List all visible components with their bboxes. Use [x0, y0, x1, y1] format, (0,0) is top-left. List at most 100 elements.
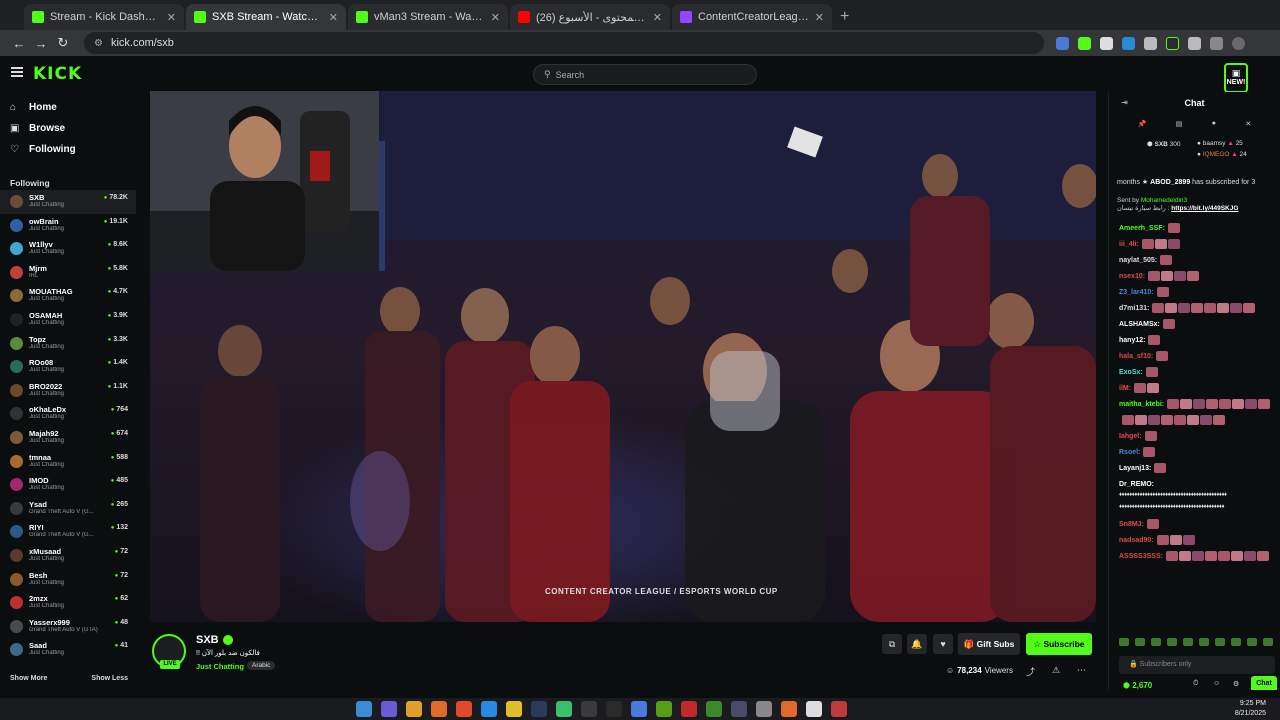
followed-channel[interactable]: YsadGrand Theft Auto V (G... 265 — [0, 497, 136, 521]
new-feature-badge[interactable]: ▣ NEW! — [1224, 63, 1248, 93]
sidebar-nav-browse[interactable]: ▣ Browse — [0, 118, 136, 139]
stream-category[interactable]: Just Chatting — [196, 662, 244, 671]
channel-points[interactable]: ⬢ 2,670 — [1123, 681, 1152, 690]
app-icon[interactable] — [606, 701, 622, 717]
chat-message[interactable]: maitha_ktebi: — [1109, 396, 1280, 412]
show-more-button[interactable]: Show More — [10, 675, 47, 682]
brave-icon[interactable] — [456, 701, 472, 717]
followed-channel[interactable]: BRO2022Just Chatting 1.1K — [0, 379, 136, 403]
chat-username[interactable]: hany12: — [1119, 337, 1145, 344]
followed-channel[interactable]: MOUATHAGJust Chatting 4.7K — [0, 284, 136, 308]
emote-icon[interactable] — [1151, 638, 1161, 646]
followed-channel[interactable]: IMODJust Chatting 485 — [0, 473, 136, 497]
pinned-link[interactable]: https://bit.ly/449SKJG — [1171, 205, 1238, 212]
followed-channel[interactable]: tmnaaJust Chatting 588 — [0, 450, 136, 474]
chat-username[interactable]: Sn8MJ: — [1119, 521, 1144, 528]
chat-message[interactable]: hala_sf10: — [1109, 348, 1280, 364]
followed-channel[interactable]: Majah92Just Chatting 674 — [0, 426, 136, 450]
poll-icon[interactable]: ▤ — [1176, 120, 1183, 134]
chat-message[interactable]: d7mi131: — [1109, 300, 1280, 316]
close-tab-icon[interactable]: ✕ — [815, 11, 824, 24]
chat-username[interactable]: maitha_ktebi: — [1119, 401, 1164, 408]
report-icon[interactable]: ⚠ — [1052, 665, 1060, 676]
close-tab-icon[interactable]: ✕ — [167, 11, 176, 24]
followed-channel[interactable]: RIYIGrand Theft Auto V (G... 132 — [0, 520, 136, 544]
chat-message[interactable]: Iahgel: — [1109, 428, 1280, 444]
bell-icon[interactable]: 🔔 — [907, 634, 927, 654]
browser-tab[interactable]: vMan3 Stream - Watch Live on Kick ✕ — [348, 4, 508, 30]
chat-username[interactable]: Iahgel: — [1119, 433, 1142, 440]
address-bar[interactable]: ⚙ kick.com/sxb — [84, 32, 1044, 54]
back-icon[interactable]: ← — [8, 36, 30, 51]
channel-name[interactable]: SXB — [196, 634, 219, 646]
nvidia-icon[interactable] — [656, 701, 672, 717]
chat-message[interactable]: hany12: — [1109, 332, 1280, 348]
pin-icon[interactable]: 📌 — [1138, 120, 1147, 134]
emote-icon[interactable] — [1183, 638, 1193, 646]
chat-message[interactable]: ExoSx: — [1109, 364, 1280, 380]
followed-channel[interactable]: xMusaadJust Chatting 72 — [0, 544, 136, 568]
browser-tab[interactable]: SXB Stream - Watch Live on Kick ✕ — [186, 4, 346, 30]
followed-channel[interactable]: oKhaLeDxJust Chatting 764 — [0, 402, 136, 426]
message-icon[interactable]: ● — [1212, 120, 1216, 134]
menu-icon[interactable] — [11, 67, 23, 77]
collapse-chat-icon[interactable]: ⇥ — [1121, 92, 1128, 114]
chat-input[interactable]: 🔒 Subscribers only — [1119, 656, 1275, 674]
share-icon[interactable]: ⤴ — [1026, 665, 1035, 678]
app-icon[interactable] — [806, 701, 822, 717]
chat-message[interactable]: Sn8MJ: — [1109, 516, 1280, 532]
video-player[interactable]: CONTENT CREATOR LEAGUE / ESPORTS WORLD C… — [150, 91, 1096, 622]
chrome-icon[interactable] — [406, 701, 422, 717]
chat-message[interactable]: Dr_REMO: — [1109, 476, 1280, 492]
chat-username[interactable]: iii_4li: — [1119, 241, 1139, 248]
followed-channel[interactable]: TopzJust Chatting 3.3K — [0, 332, 136, 356]
system-clock[interactable]: 9:25 PM 8/21/2025 — [1235, 699, 1266, 719]
kick-logo[interactable]: KICK — [33, 64, 82, 84]
chat-message[interactable]: ALSHAMSx: — [1109, 316, 1280, 332]
app-icon[interactable] — [381, 701, 397, 717]
chat-message[interactable] — [1109, 412, 1280, 428]
chat-username[interactable]: nsex10: — [1119, 273, 1145, 280]
gift-subs-button[interactable]: 🎁 Gift Subs — [958, 633, 1020, 655]
app-icon[interactable] — [431, 701, 447, 717]
firefox-icon[interactable] — [781, 701, 797, 717]
chat-username[interactable]: nadsad90: — [1119, 537, 1154, 544]
emote-icon[interactable] — [1199, 638, 1209, 646]
close-icon[interactable]: ✕ — [1245, 120, 1251, 134]
emote-icon[interactable] — [1247, 638, 1257, 646]
emote-icon[interactable] — [1135, 638, 1145, 646]
chat-message[interactable]: Z3_lar410: — [1109, 284, 1280, 300]
extension-icon[interactable] — [1166, 36, 1179, 50]
profile-avatar[interactable] — [1232, 36, 1245, 50]
chat-message[interactable]: ASSSS3SSS: — [1109, 548, 1280, 564]
emote-icon[interactable] — [1231, 638, 1241, 646]
chat-username[interactable]: Dr_REMO: — [1119, 481, 1154, 488]
app-icon[interactable] — [631, 701, 647, 717]
language-tag[interactable]: Arabic — [247, 661, 276, 670]
emote-icon[interactable] — [1263, 638, 1273, 646]
followed-channel[interactable]: BeshJust Chatting 72 — [0, 568, 136, 592]
app-icon[interactable] — [681, 701, 697, 717]
edge-icon[interactable] — [481, 701, 497, 717]
followed-channel[interactable]: SaadJust Chatting 41 — [0, 638, 136, 662]
chat-username[interactable]: hala_sf10: — [1119, 353, 1153, 360]
app-icon[interactable] — [706, 701, 722, 717]
extension-icon[interactable] — [1100, 36, 1113, 50]
sidebar-nav-home[interactable]: ⌂ Home — [0, 97, 136, 118]
sidebar-nav-following[interactable]: ♡ Following — [0, 139, 136, 160]
chat-username[interactable]: ALSHAMSx: — [1119, 321, 1160, 328]
chat-message[interactable]: Layanj13: — [1109, 460, 1280, 476]
app-icon[interactable] — [731, 701, 747, 717]
chat-username[interactable]: d7mi131: — [1119, 305, 1149, 312]
chat-username[interactable]: ASSSS3SSS: — [1119, 553, 1163, 560]
chat-username[interactable]: Layanj13: — [1119, 465, 1151, 472]
forward-icon[interactable]: → — [30, 36, 52, 51]
chat-message[interactable]: Ameerh_SSF: — [1109, 220, 1280, 236]
followed-channel[interactable]: MjrmIRL 5.8K — [0, 261, 136, 285]
subscribe-button[interactable]: ☆ Subscribe — [1026, 633, 1092, 655]
extension-icon[interactable] — [1078, 36, 1091, 50]
chat-message[interactable]: nsex10: — [1109, 268, 1280, 284]
emote-icon[interactable] — [1119, 638, 1129, 646]
more-options-icon[interactable]: ⋯ — [1077, 665, 1086, 676]
chat-username[interactable]: naylat_505: — [1119, 257, 1157, 264]
